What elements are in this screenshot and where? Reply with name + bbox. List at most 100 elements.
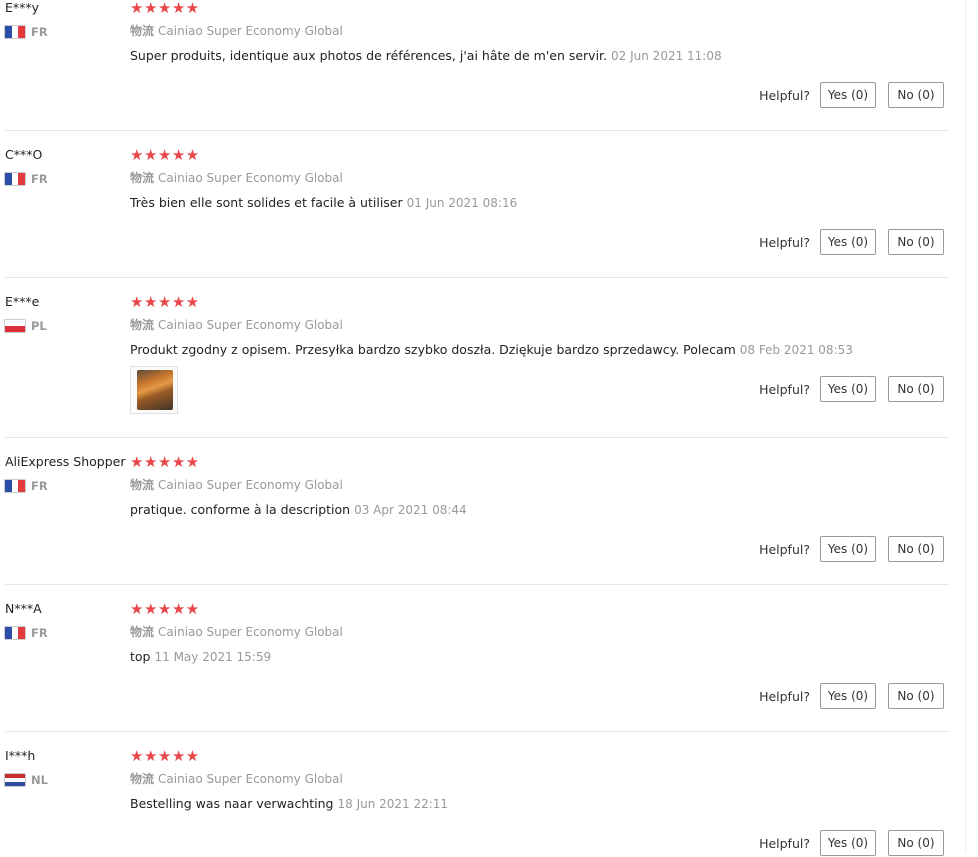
scroll-area-border bbox=[965, 0, 966, 852]
country-code: FR bbox=[31, 172, 48, 186]
review-item: I***h NL ★★★★★ 物流 Cainiao Super Economy G… bbox=[0, 747, 950, 856]
star-rating: ★★★★★ bbox=[130, 747, 200, 765]
helpful-yes-button[interactable]: Yes (0) bbox=[820, 229, 876, 255]
review-date: 01 Jun 2021 08:16 bbox=[406, 196, 518, 210]
reviewer-name: C***O bbox=[5, 147, 43, 162]
helpful-yes-button[interactable]: Yes (0) bbox=[820, 536, 876, 562]
helpful-no-button[interactable]: No (0) bbox=[888, 683, 944, 709]
reviewer-name: E***e bbox=[5, 294, 40, 309]
helpful-vote: Helpful? Yes (0) No (0) bbox=[759, 829, 944, 857]
logistics-info: 物流 Cainiao Super Economy Global bbox=[130, 477, 343, 493]
review-date: 08 Feb 2021 08:53 bbox=[739, 343, 853, 357]
reviewer-name: E***y bbox=[5, 0, 40, 15]
reviewer-country: FR bbox=[5, 626, 48, 640]
review-date: 02 Jun 2021 11:08 bbox=[611, 49, 722, 63]
star-rating: ★★★★★ bbox=[130, 600, 200, 618]
helpful-no-button[interactable]: No (0) bbox=[888, 830, 944, 856]
helpful-yes-button[interactable]: Yes (0) bbox=[820, 830, 876, 856]
france-flag-icon bbox=[5, 26, 26, 38]
review-divider bbox=[5, 130, 949, 131]
helpful-label: Helpful? bbox=[759, 835, 810, 851]
review-photo-thumbnail[interactable] bbox=[130, 366, 178, 414]
helpful-vote: Helpful? Yes (0) No (0) bbox=[759, 375, 944, 403]
helpful-vote: Helpful? Yes (0) No (0) bbox=[759, 228, 944, 256]
helpful-vote: Helpful? Yes (0) No (0) bbox=[759, 81, 944, 109]
logistics-method: Cainiao Super Economy Global bbox=[158, 772, 343, 786]
product-photo bbox=[137, 370, 173, 410]
helpful-yes-button[interactable]: Yes (0) bbox=[820, 683, 876, 709]
france-flag-icon bbox=[5, 480, 26, 492]
helpful-label: Helpful? bbox=[759, 234, 810, 250]
logistics-info: 物流 Cainiao Super Economy Global bbox=[130, 170, 343, 186]
reviewer-country: FR bbox=[5, 172, 48, 186]
review-divider bbox=[5, 731, 949, 732]
helpful-label: Helpful? bbox=[759, 688, 810, 704]
country-code: FR bbox=[31, 479, 48, 493]
helpful-vote: Helpful? Yes (0) No (0) bbox=[759, 682, 944, 710]
logistics-label: 物流 bbox=[130, 625, 155, 639]
review-item: E***e PL ★★★★★ 物流 Cainiao Super Economy G… bbox=[0, 293, 950, 438]
star-rating: ★★★★★ bbox=[130, 146, 200, 164]
poland-flag-icon bbox=[5, 320, 25, 332]
country-code: PL bbox=[31, 319, 47, 333]
helpful-yes-button[interactable]: Yes (0) bbox=[820, 376, 876, 402]
review-content: top 11 May 2021 15:59 bbox=[130, 649, 271, 665]
review-date: 03 Apr 2021 08:44 bbox=[354, 503, 467, 517]
review-item: AliExpress Shopper FR ★★★★★ 物流 Cainiao Su… bbox=[0, 453, 950, 585]
logistics-label: 物流 bbox=[130, 171, 155, 185]
logistics-method: Cainiao Super Economy Global bbox=[158, 24, 343, 38]
reviewer-name: AliExpress Shopper bbox=[5, 454, 126, 469]
helpful-no-button[interactable]: No (0) bbox=[888, 82, 944, 108]
helpful-no-button[interactable]: No (0) bbox=[888, 229, 944, 255]
helpful-no-button[interactable]: No (0) bbox=[888, 536, 944, 562]
logistics-label: 物流 bbox=[130, 772, 155, 786]
review-text: Bestelling was naar verwachting bbox=[130, 796, 334, 811]
review-text: Très bien elle sont solides et facile à … bbox=[130, 195, 403, 210]
reviewer-name: N***A bbox=[5, 601, 42, 616]
review-item: E***y FR ★★★★★ 物流 Cainiao Super Economy G… bbox=[0, 0, 950, 131]
review-text: top bbox=[130, 649, 151, 664]
review-date: 11 May 2021 15:59 bbox=[154, 650, 272, 664]
logistics-label: 物流 bbox=[130, 24, 155, 38]
review-divider bbox=[5, 277, 949, 278]
logistics-method: Cainiao Super Economy Global bbox=[158, 625, 343, 639]
review-text: Super produits, identique aux photos de … bbox=[130, 48, 608, 63]
country-code: NL bbox=[31, 773, 48, 787]
helpful-no-button[interactable]: No (0) bbox=[888, 376, 944, 402]
review-content: Très bien elle sont solides et facile à … bbox=[130, 195, 517, 211]
logistics-method: Cainiao Super Economy Global bbox=[158, 171, 343, 185]
review-date: 18 Jun 2021 22:11 bbox=[337, 797, 449, 811]
logistics-label: 物流 bbox=[130, 318, 155, 332]
logistics-method: Cainiao Super Economy Global bbox=[158, 478, 343, 492]
logistics-info: 物流 Cainiao Super Economy Global bbox=[130, 317, 343, 333]
helpful-label: Helpful? bbox=[759, 87, 810, 103]
logistics-label: 物流 bbox=[130, 478, 155, 492]
review-text: Produkt zgodny z opisem. Przesyłka bardz… bbox=[130, 342, 736, 357]
country-code: FR bbox=[31, 626, 48, 640]
helpful-label: Helpful? bbox=[759, 541, 810, 557]
review-item: N***A FR ★★★★★ 物流 Cainiao Super Economy G… bbox=[0, 600, 950, 732]
review-content: Bestelling was naar verwachting 18 Jun 20… bbox=[130, 796, 448, 812]
star-rating: ★★★★★ bbox=[130, 293, 200, 311]
review-divider bbox=[5, 584, 949, 585]
country-code: FR bbox=[31, 25, 48, 39]
reviewer-name: I***h bbox=[5, 748, 36, 763]
star-rating: ★★★★★ bbox=[130, 453, 200, 471]
review-content: pratique. conforme à la description 03 Ap… bbox=[130, 502, 467, 518]
reviewer-country: PL bbox=[5, 319, 47, 333]
review-divider bbox=[5, 437, 949, 438]
review-item: C***O FR ★★★★★ 物流 Cainiao Super Economy G… bbox=[0, 146, 950, 278]
reviewer-country: NL bbox=[5, 773, 48, 787]
netherlands-flag-icon bbox=[5, 774, 25, 786]
helpful-vote: Helpful? Yes (0) No (0) bbox=[759, 535, 944, 563]
helpful-label: Helpful? bbox=[759, 381, 810, 397]
logistics-info: 物流 Cainiao Super Economy Global bbox=[130, 23, 343, 39]
france-flag-icon bbox=[5, 627, 26, 639]
star-rating: ★★★★★ bbox=[130, 0, 200, 17]
review-text: pratique. conforme à la description bbox=[130, 502, 351, 517]
france-flag-icon bbox=[5, 173, 26, 185]
review-content: Super produits, identique aux photos de … bbox=[130, 48, 722, 64]
helpful-yes-button[interactable]: Yes (0) bbox=[820, 82, 876, 108]
review-content: Produkt zgodny z opisem. Przesyłka bardz… bbox=[130, 342, 853, 358]
logistics-info: 物流 Cainiao Super Economy Global bbox=[130, 771, 343, 787]
